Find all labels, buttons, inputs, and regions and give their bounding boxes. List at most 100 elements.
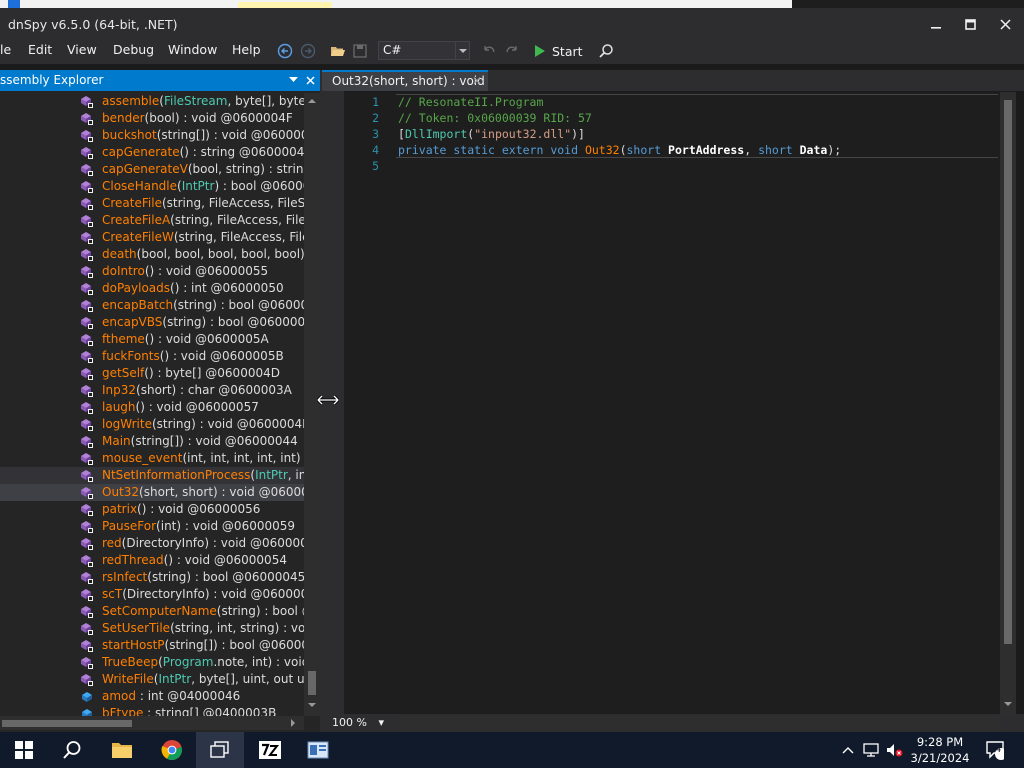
member-signature: ) : bool @06000045 bbox=[186, 570, 304, 584]
menu-debug[interactable]: Debug bbox=[113, 42, 154, 57]
tree-item[interactable]: buckshot(string[]) : void @06000047 bbox=[0, 127, 304, 144]
tree-item[interactable]: fuckFonts() : void @0600005B bbox=[0, 348, 304, 365]
tree-item[interactable]: CreateFileA(string, FileAccess, FileShar bbox=[0, 212, 304, 229]
method-icon bbox=[81, 232, 93, 244]
tree-item[interactable]: CloseHandle(IntPtr) : bool @06000041 bbox=[0, 178, 304, 195]
action-center-button[interactable]: 4 bbox=[984, 740, 1004, 760]
tree-item[interactable]: amod : int @04000046 bbox=[0, 688, 304, 705]
minimize-button[interactable] bbox=[918, 8, 954, 40]
scroll-thumb[interactable] bbox=[308, 671, 316, 695]
method-name[interactable]: Out32 bbox=[585, 143, 620, 157]
save-all-button[interactable] bbox=[351, 42, 369, 60]
tree-item[interactable]: patrix() : void @06000056 bbox=[0, 501, 304, 518]
volume-button[interactable] bbox=[884, 740, 904, 760]
tree-item[interactable]: rsInfect(string) : bool @06000045 bbox=[0, 569, 304, 586]
tree-item[interactable]: Inp32(short) : char @0600003A bbox=[0, 382, 304, 399]
member-signature: (int, int, int, int, int) : voic bbox=[182, 451, 304, 465]
method-icon bbox=[81, 215, 93, 227]
tree-item[interactable]: getSelf() : byte[] @0600004D bbox=[0, 365, 304, 382]
tree-item[interactable]: TrueBeep(Program.note, int) : void @0 bbox=[0, 654, 304, 671]
scroll-thumb[interactable] bbox=[2, 720, 132, 727]
network-button[interactable] bbox=[861, 740, 881, 760]
navigate-back-button[interactable] bbox=[276, 42, 294, 60]
tree-item[interactable]: Main(string[]) : void @06000044 bbox=[0, 433, 304, 450]
navigate-forward-button[interactable] bbox=[299, 42, 317, 60]
language-select[interactable]: C# bbox=[378, 41, 470, 60]
file-explorer-app[interactable] bbox=[98, 732, 146, 768]
zoom-level[interactable]: 100 % ▾ bbox=[332, 716, 384, 729]
folder-icon bbox=[112, 743, 132, 758]
tree-item[interactable]: death(bool, bool, bool, bool, bool) : vo bbox=[0, 246, 304, 263]
menu-help[interactable]: Help bbox=[232, 42, 261, 57]
taskbar-search-button[interactable] bbox=[48, 732, 96, 768]
attribute-name[interactable]: DllImport bbox=[405, 127, 467, 141]
code-editor[interactable]: 1 2 3 4 5 // ResonateII.Program // Token… bbox=[344, 92, 1000, 714]
show-hidden-icons-button[interactable] bbox=[838, 740, 858, 760]
tree-item[interactable]: redThread() : void @06000054 bbox=[0, 552, 304, 569]
tree-item[interactable]: logWrite(string) : void @0600004E bbox=[0, 416, 304, 433]
pane-splitter[interactable] bbox=[317, 70, 344, 732]
redo-button[interactable] bbox=[503, 42, 521, 60]
tree-item[interactable]: SetUserTile(string, int, string) : void … bbox=[0, 620, 304, 637]
pane-close-button[interactable] bbox=[302, 71, 318, 89]
tree-item[interactable]: encapVBS(string) : bool @0600004B bbox=[0, 314, 304, 331]
member-signature: DirectoryInfo bbox=[126, 587, 205, 601]
editor-vertical-scrollbar[interactable] bbox=[1000, 92, 1016, 714]
tree-item[interactable]: Out32(short, short) : void @06000039 bbox=[0, 484, 304, 501]
menu-file[interactable]: le bbox=[0, 42, 11, 57]
open-button[interactable] bbox=[329, 42, 347, 60]
maximize-icon bbox=[964, 18, 976, 30]
tree-item[interactable]: encapBatch(string) : bool @0600004A bbox=[0, 297, 304, 314]
tab-close-icon[interactable]: ✕ bbox=[472, 74, 482, 88]
member-signature: bool bbox=[192, 162, 219, 176]
tree-item[interactable]: scT(DirectoryInfo) : void @06000052 bbox=[0, 586, 304, 603]
tree-item[interactable]: bFtype : string[] @0400003B bbox=[0, 705, 304, 716]
task-view-app[interactable] bbox=[196, 732, 244, 768]
member-signature: string bbox=[225, 162, 261, 176]
menu-edit[interactable]: Edit bbox=[28, 42, 52, 57]
tree-item[interactable]: capGenerate() : string @06000048 bbox=[0, 144, 304, 161]
method-icon bbox=[81, 130, 93, 142]
start-button[interactable] bbox=[0, 732, 48, 768]
chrome-app[interactable] bbox=[148, 732, 196, 768]
line-number: 5 bbox=[372, 159, 379, 173]
tree-item[interactable]: doIntro() : void @06000055 bbox=[0, 263, 304, 280]
member-name: capGenerateV bbox=[102, 162, 188, 176]
tree-item[interactable]: mouse_event(int, int, int, int, int) : v… bbox=[0, 450, 304, 467]
pane-title: ssembly Explorer bbox=[0, 73, 104, 87]
document-tab[interactable]: Out32(short, short) : void ✕ bbox=[322, 70, 488, 91]
search-button[interactable] bbox=[597, 42, 615, 60]
start-debugging-button[interactable]: Start bbox=[534, 41, 583, 61]
tree-horizontal-scrollbar[interactable] bbox=[0, 716, 304, 730]
tree-item[interactable]: red(DirectoryInfo) : void @06000053 bbox=[0, 535, 304, 552]
tree-item[interactable]: assemble(FileStream, byte[], byte[], by bbox=[0, 93, 304, 110]
member-signature: [], bbox=[261, 94, 279, 108]
tree-item[interactable]: doPayloads() : int @06000050 bbox=[0, 280, 304, 297]
tree-item[interactable]: startHostP(string[]) : bool @0600004C bbox=[0, 637, 304, 654]
tree-item[interactable]: laugh() : void @06000057 bbox=[0, 399, 304, 416]
clock[interactable]: 9:28 PM 3/21/2024 bbox=[908, 734, 972, 766]
tree-item[interactable]: CreateFile(string, FileAccess, FileShare… bbox=[0, 195, 304, 212]
assembly-explorer-header: ssembly Explorer bbox=[0, 70, 320, 91]
scroll-thumb[interactable] bbox=[1004, 100, 1012, 644]
member-signature: IntPtr bbox=[158, 672, 192, 686]
maximize-button[interactable] bbox=[952, 8, 988, 40]
tree-item[interactable]: capGenerateV(bool, string) : string @0 bbox=[0, 161, 304, 178]
close-button[interactable] bbox=[987, 8, 1023, 40]
tree-item[interactable]: NtSetInformationProcess(IntPtr, int, re bbox=[0, 467, 304, 484]
tree-item[interactable]: SetComputerName(string) : bool @060 bbox=[0, 603, 304, 620]
menu-view[interactable]: View bbox=[67, 42, 97, 57]
dnspy-app[interactable] bbox=[294, 732, 342, 768]
tree-item[interactable]: ftheme() : void @0600005A bbox=[0, 331, 304, 348]
tree-item[interactable]: CreateFileW(string, FileAccess, FileSha bbox=[0, 229, 304, 246]
undo-button[interactable] bbox=[480, 42, 498, 60]
7zip-app[interactable] bbox=[246, 732, 294, 768]
menu-window[interactable]: Window bbox=[168, 42, 217, 57]
pane-options-button[interactable] bbox=[285, 71, 301, 89]
member-tree[interactable]: assemble(FileStream, byte[], byte[], byb… bbox=[0, 93, 304, 716]
member-signature: byte bbox=[235, 94, 262, 108]
editor-horizontal-scrollbar[interactable] bbox=[400, 716, 1000, 730]
tree-item[interactable]: WriteFile(IntPtr, byte[], uint, out uint… bbox=[0, 671, 304, 688]
tree-item[interactable]: bender(bool) : void @0600004F bbox=[0, 110, 304, 127]
tree-item[interactable]: PauseFor(int) : void @06000059 bbox=[0, 518, 304, 535]
